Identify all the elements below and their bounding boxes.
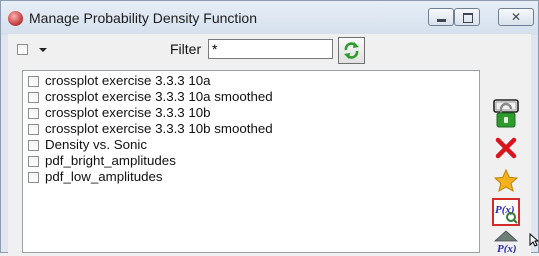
item-label: Density vs. Sonic <box>45 137 147 152</box>
pdf-list[interactable]: crossplot exercise 3.3.3 10a crossplot e… <box>22 70 480 253</box>
item-checkbox[interactable] <box>28 124 39 135</box>
item-checkbox[interactable] <box>28 172 39 183</box>
minimize-icon <box>437 19 446 22</box>
title-bar[interactable]: Manage Probability Density Function ✕ <box>1 1 538 35</box>
list-item[interactable]: crossplot exercise 3.3.3 10b smoothed <box>23 121 479 137</box>
item-label: crossplot exercise 3.3.3 10b smoothed <box>45 121 273 136</box>
select-all-dropdown-caret[interactable] <box>39 48 47 52</box>
list-item[interactable]: crossplot exercise 3.3.3 10a smoothed <box>23 89 479 105</box>
unlock-icon <box>496 102 516 128</box>
select-all-checkbox[interactable] <box>17 44 28 55</box>
item-label: pdf_bright_amplitudes <box>45 153 176 168</box>
app-icon <box>8 11 23 26</box>
delete-icon <box>495 137 517 159</box>
list-item[interactable]: Density vs. Sonic <box>23 137 479 153</box>
unlock-button[interactable] <box>492 101 520 129</box>
item-checkbox[interactable] <box>28 92 39 103</box>
refresh-icon <box>344 42 359 59</box>
list-item[interactable]: crossplot exercise 3.3.3 10b <box>23 105 479 121</box>
pdf-export-button[interactable]: P(x) <box>492 228 520 256</box>
pdf-icon-text: P(x) <box>495 204 515 216</box>
pdf-view-icon: P(x) <box>492 198 520 226</box>
favorite-button[interactable] <box>492 167 520 195</box>
item-label: crossplot exercise 3.3.3 10a smoothed <box>45 89 273 104</box>
item-label: crossplot exercise 3.3.3 10b <box>45 105 211 120</box>
delete-button[interactable] <box>492 134 520 162</box>
filter-input[interactable]: * <box>208 39 333 59</box>
item-checkbox[interactable] <box>28 140 39 151</box>
favorite-star-icon <box>493 168 519 193</box>
item-checkbox[interactable] <box>28 156 39 167</box>
list-item[interactable]: pdf_low_amplitudes <box>23 169 479 185</box>
maximize-icon <box>463 13 473 23</box>
close-button[interactable]: ✕ <box>498 8 534 26</box>
minimize-button[interactable] <box>428 8 454 26</box>
item-label: crossplot exercise 3.3.3 10a <box>45 73 211 88</box>
list-item[interactable]: pdf_bright_amplitudes <box>23 153 479 169</box>
pdf-export-icon: P(x) <box>493 230 519 253</box>
filter-label: Filter <box>170 41 202 57</box>
maximize-button[interactable] <box>454 8 480 26</box>
pdf-export-text: P(x) <box>497 243 517 253</box>
item-checkbox[interactable] <box>28 76 39 87</box>
window-title: Manage Probability Density Function <box>29 10 258 26</box>
pdf-view-button[interactable]: P(x) <box>492 198 520 226</box>
close-icon: ✕ <box>511 10 522 24</box>
list-item[interactable]: crossplot exercise 3.3.3 10a <box>23 73 479 89</box>
item-label: pdf_low_amplitudes <box>45 169 163 184</box>
refresh-button[interactable] <box>338 37 365 64</box>
mouse-cursor-icon <box>529 233 539 247</box>
item-checkbox[interactable] <box>28 108 39 119</box>
